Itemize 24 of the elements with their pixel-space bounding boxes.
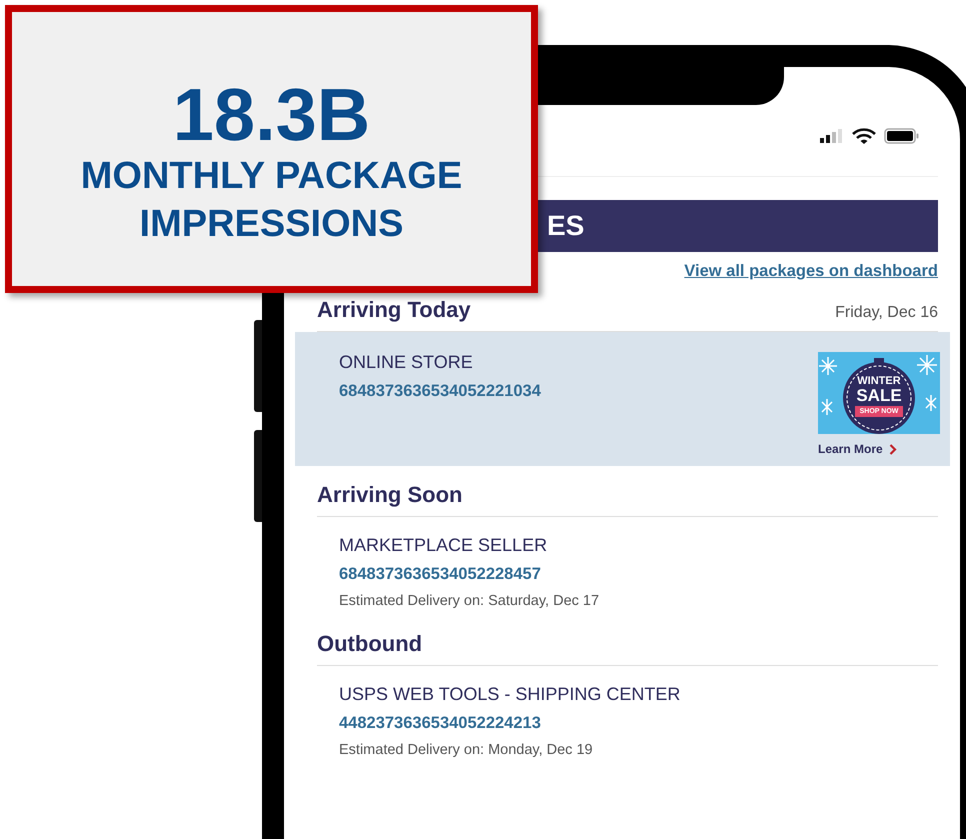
sender-name: USPS WEB TOOLS - SHIPPING CENTER [339,684,680,705]
delivery-estimate: Estimated Delivery on: Saturday, Dec 17 [339,593,600,609]
stat-figure: 18.3B [172,78,370,152]
stat-caption: IMPRESSIONS [140,202,404,247]
section-date: Friday, Dec 16 [835,304,938,322]
tracking-number[interactable]: 6848373636534052228457 [339,565,541,584]
chevron-right-icon [888,444,897,454]
section-heading: Arriving Soon [317,482,462,508]
wifi-icon [852,128,876,144]
signal-icon [820,129,844,143]
dashboard-link[interactable]: View all packages on dashboard [684,262,938,281]
tracking-number[interactable]: 6848373636534052221034 [339,382,541,401]
banner-title: ES [547,210,584,242]
tracking-number[interactable]: 4482373636534052224213 [339,714,541,733]
ad-text: SALE [856,387,902,404]
delivery-estimate: Estimated Delivery on: Monday, Dec 19 [339,742,593,758]
learn-more-link[interactable]: Learn More [818,442,897,456]
section-heading: Arriving Today [317,297,471,323]
sender-name: MARKETPLACE SELLER [339,535,548,556]
section-heading: Outbound [317,631,422,657]
sender-name: ONLINE STORE [339,352,473,373]
ad-text: WINTER [857,376,901,387]
stat-caption: MONTHLY PACKAGE [80,154,462,199]
battery-icon [884,128,920,144]
